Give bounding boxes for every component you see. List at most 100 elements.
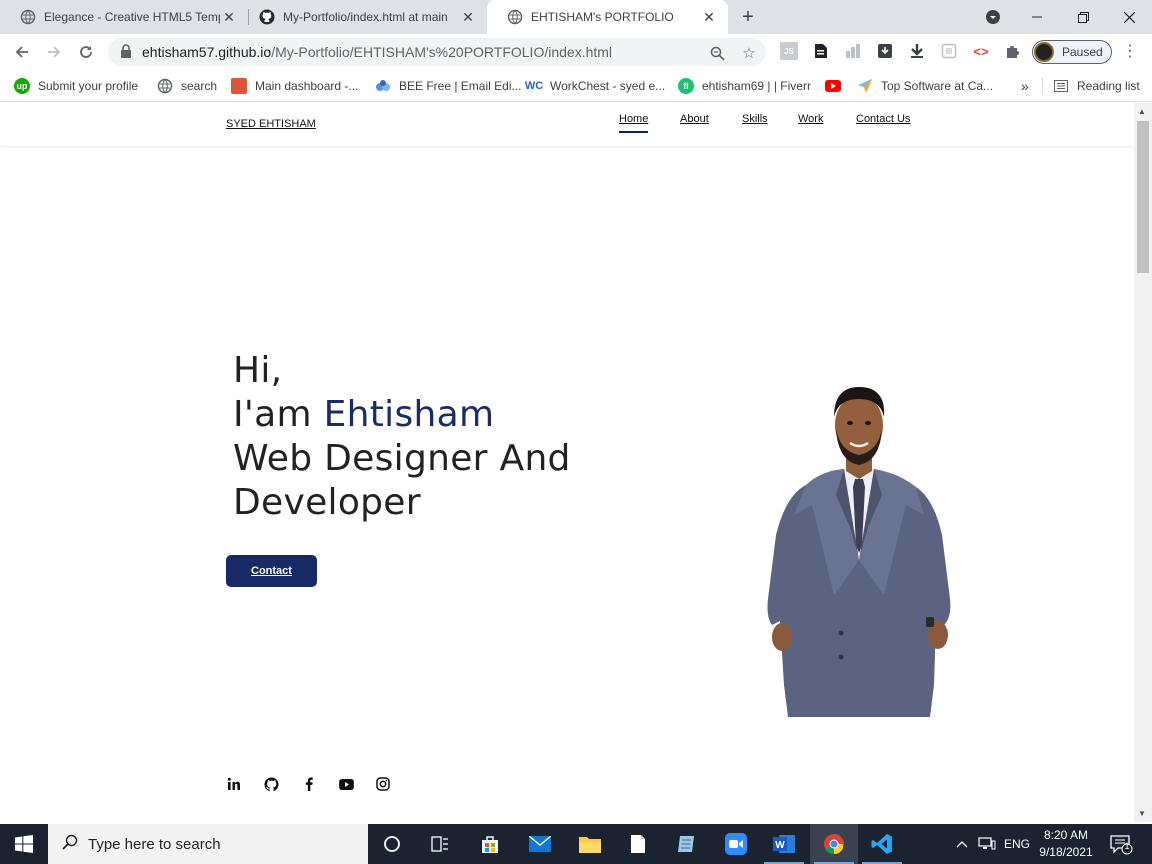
mail-icon[interactable]	[516, 824, 564, 864]
task-view-icon[interactable]	[416, 824, 464, 864]
notepad-icon[interactable]	[614, 824, 662, 864]
bookmarks-bar: up Submit your profile search Main dashb…	[0, 70, 1152, 102]
linkedin-icon[interactable]	[226, 776, 242, 792]
tab-github[interactable]: My-Portfolio/index.html at main ✕	[239, 0, 487, 34]
chrome-icon[interactable]	[810, 824, 858, 864]
frame-extension-icon[interactable]	[940, 42, 958, 60]
zoom-icon[interactable]	[708, 44, 726, 62]
bookmark-item[interactable]: fi ehtisham69 | | Fiverr	[678, 77, 811, 95]
bookmark-label: search	[181, 79, 218, 93]
svg-text:W: W	[775, 840, 785, 851]
store-icon[interactable]	[466, 824, 514, 864]
clock-date: 9/18/2021	[1039, 845, 1093, 859]
bookmark-label: Submit your profile	[38, 79, 139, 93]
instagram-icon[interactable]	[375, 776, 391, 792]
page-scrollbar[interactable]: ▲ ▼	[1134, 103, 1152, 822]
language-indicator[interactable]: ENG	[1004, 824, 1030, 864]
cortana-icon[interactable]	[368, 824, 416, 864]
hero-line-role: Web Designer And	[233, 438, 571, 479]
vscode-icon[interactable]	[858, 824, 906, 864]
nav-contact-us[interactable]: Contact Us	[856, 113, 910, 125]
windows-taskbar: Type here to search W ENG 8:20 AM 9/18/2…	[0, 824, 1152, 864]
notes-app-icon[interactable]	[662, 824, 710, 864]
tab-elegance[interactable]: Elegance - Creative HTML5 Temp ✕	[0, 0, 248, 34]
contact-button[interactable]: Contact	[226, 555, 317, 587]
scroll-thumb[interactable]	[1137, 121, 1149, 273]
nav-skills[interactable]: Skills	[742, 113, 768, 125]
workchest-icon: WC	[524, 80, 544, 92]
download-box-extension-icon[interactable]	[876, 42, 894, 60]
close-icon[interactable]: ✕	[220, 8, 238, 26]
restore-icon[interactable]	[1060, 0, 1106, 34]
bookmark-item[interactable]: Main dashboard -...	[231, 77, 358, 95]
hero-line-greeting: Hi,	[233, 350, 283, 391]
bookmark-item[interactable]: Top Software at Ca...	[857, 77, 993, 95]
globe-icon	[157, 78, 173, 94]
windows-start-icon[interactable]	[0, 824, 48, 864]
tab-search-icon[interactable]	[970, 0, 1016, 34]
bookmark-item[interactable]: WC WorkChest - syed e...	[524, 77, 666, 95]
reading-list[interactable]: Reading list	[1042, 77, 1140, 95]
taskbar-search[interactable]: Type here to search	[48, 824, 368, 864]
close-icon[interactable]: ✕	[459, 8, 477, 26]
download-icon[interactable]	[908, 42, 926, 60]
hero-heading: Hi, I'am Ehtisham Web Designer And Devel…	[233, 349, 571, 525]
new-tab-icon[interactable]: +	[738, 7, 758, 27]
file-explorer-icon[interactable]	[566, 824, 614, 864]
reading-list-label: Reading list	[1077, 79, 1140, 93]
profile-photo	[767, 387, 951, 717]
site-logo[interactable]: SYED EHTISHAM	[226, 118, 316, 130]
url-path: /My-Portfolio/EHTISHAM's%20PORTFOLIO/ind…	[271, 44, 613, 60]
bookmark-item[interactable]: search	[157, 77, 217, 95]
dashboard-icon	[231, 78, 247, 94]
bookmark-label: WorkChest - syed e...	[550, 79, 666, 93]
tray-chevron-icon[interactable]	[956, 824, 968, 864]
bookmark-label: BEE Free | Email Edi...	[399, 79, 522, 93]
hero-prefix: I'am	[233, 394, 324, 435]
forward-icon[interactable]	[42, 40, 66, 64]
zoom-app-icon[interactable]	[712, 824, 760, 864]
back-icon[interactable]	[10, 40, 34, 64]
document-extension-icon[interactable]	[812, 42, 830, 60]
close-window-icon[interactable]	[1106, 0, 1152, 34]
hero-line-name: I'am Ehtisham	[233, 393, 571, 437]
taskbar-search-placeholder: Type here to search	[88, 835, 221, 853]
nav-work[interactable]: Work	[798, 113, 823, 125]
tab-portfolio[interactable]: EHTISHAM's PORTFOLIO ✕	[487, 0, 728, 34]
nav-about[interactable]: About	[680, 113, 709, 125]
bookmarks-overflow[interactable]: »	[1021, 77, 1029, 95]
bookmark-star-icon[interactable]: ☆	[740, 44, 758, 62]
close-icon[interactable]: ✕	[700, 8, 718, 26]
bookmark-label: ehtisham69 | | Fiverr	[702, 79, 811, 93]
profile-button[interactable]: Paused	[1032, 40, 1112, 64]
js-extension-icon[interactable]: JS	[780, 42, 798, 60]
bookmark-item[interactable]: BEE Free | Email Edi...	[375, 77, 522, 95]
upwork-icon: up	[14, 78, 30, 94]
notifications-icon[interactable]: 1	[1110, 824, 1134, 864]
minimize-icon[interactable]	[1014, 0, 1060, 34]
bookmark-item[interactable]: up Submit your profile	[14, 77, 138, 95]
tab-title: EHTISHAM's PORTFOLIO	[531, 10, 674, 24]
word-icon[interactable]: W	[760, 824, 808, 864]
reload-icon[interactable]	[74, 40, 98, 64]
nav-home[interactable]: Home	[619, 113, 649, 133]
youtube-icon[interactable]	[338, 776, 354, 792]
reading-list-icon	[1053, 78, 1069, 94]
taskbar-clock[interactable]: 8:20 AM 9/18/2021	[1034, 827, 1098, 861]
portfolio-page: SYED EHTISHAM Home About Skills Work Con…	[0, 103, 1134, 822]
tab-title: My-Portfolio/index.html at main	[283, 10, 448, 24]
code-extension-icon[interactable]: <>	[972, 42, 990, 60]
scroll-down-icon[interactable]: ▼	[1138, 809, 1146, 818]
puzzle-extensions-icon[interactable]	[1004, 42, 1022, 60]
scroll-up-icon[interactable]: ▲	[1138, 107, 1146, 116]
facebook-icon[interactable]	[301, 776, 317, 792]
address-bar[interactable]: ehtisham57.github.io/My-Portfolio/EHTISH…	[108, 38, 766, 66]
grid-extension-icon[interactable]	[844, 42, 862, 60]
bookmark-item[interactable]	[825, 77, 849, 95]
github-icon[interactable]	[263, 776, 279, 792]
menu-dots-icon[interactable]: ⋮	[1122, 42, 1138, 62]
network-icon[interactable]	[978, 824, 996, 864]
tab-strip: Elegance - Creative HTML5 Temp ✕ My-Port…	[0, 0, 1152, 34]
github-icon	[259, 9, 275, 25]
clock-time: 8:20 AM	[1043, 828, 1089, 842]
